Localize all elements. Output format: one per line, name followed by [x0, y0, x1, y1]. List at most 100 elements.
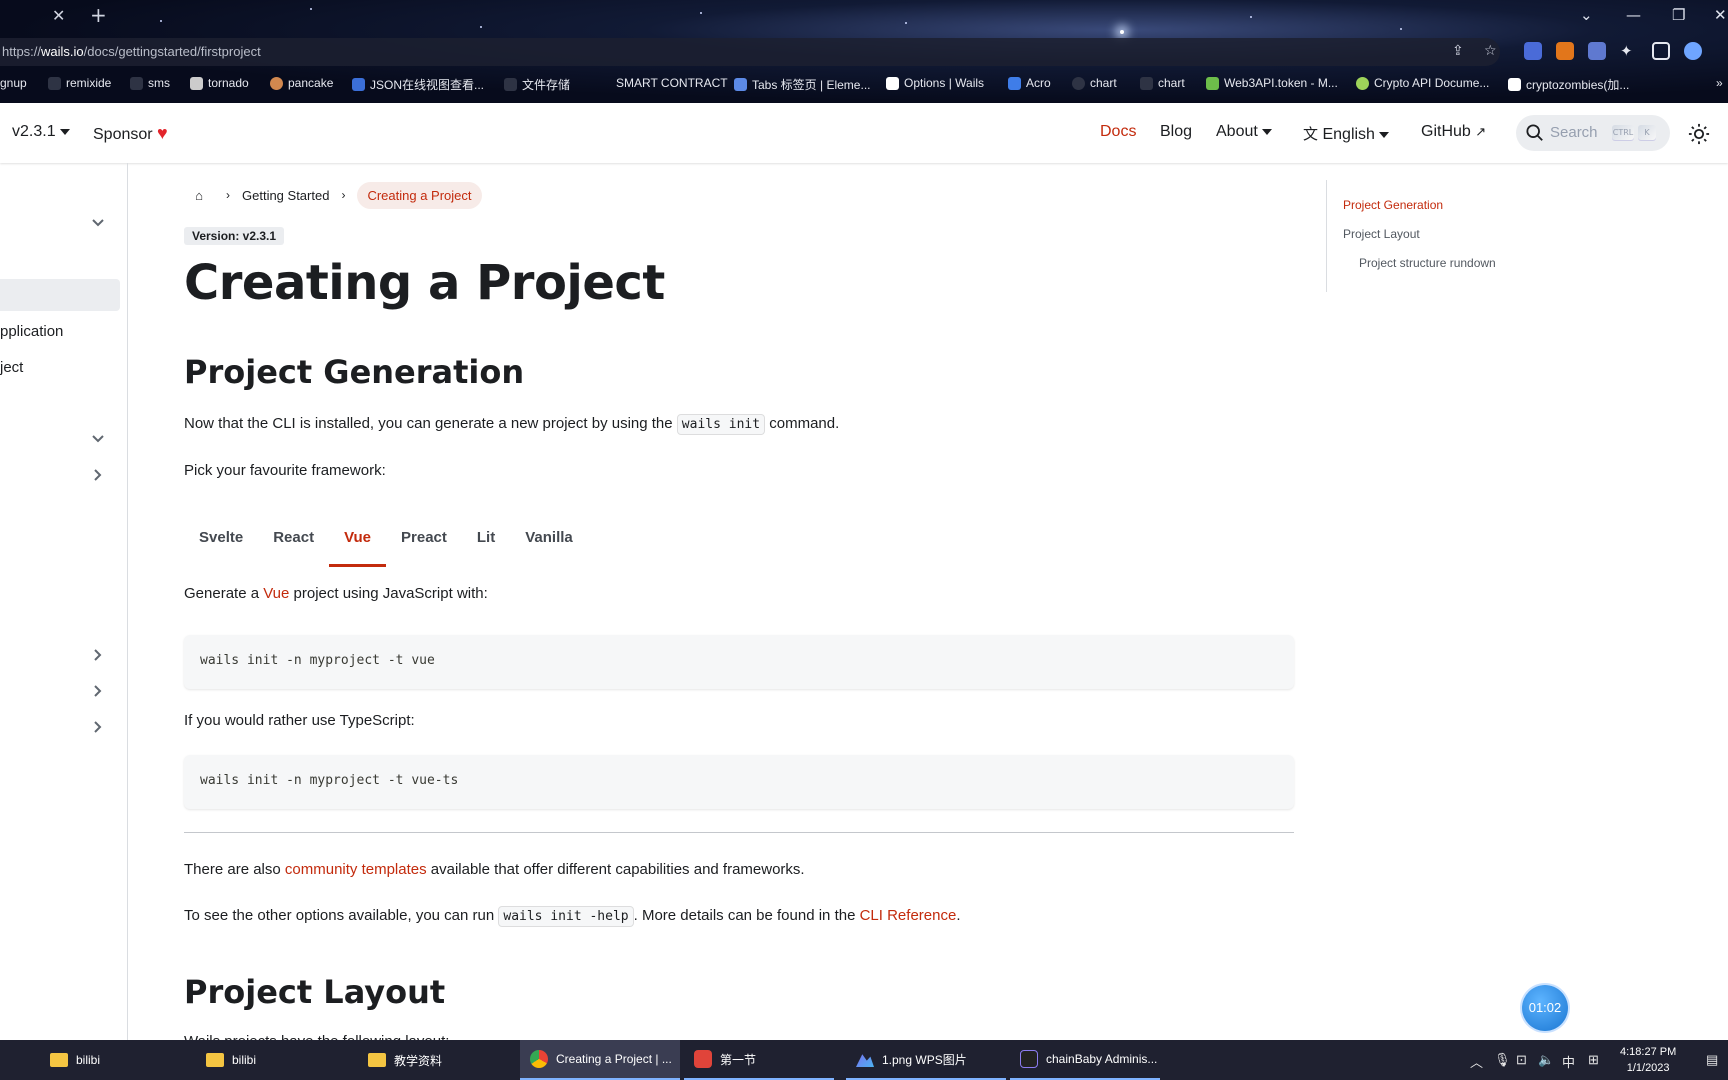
url-host: wails.io — [41, 44, 84, 59]
language-dropdown[interactable]: 文 English — [1303, 123, 1389, 144]
cli-reference-link[interactable]: CLI Reference — [860, 907, 957, 924]
vue-link[interactable]: Vue — [263, 585, 289, 602]
sidebar-item-application[interactable]: pplication — [0, 323, 63, 340]
bookmark-item[interactable]: JSON在线视图查看... — [352, 76, 484, 93]
taskbar-item-ide[interactable]: chainBaby Adminis... — [1010, 1040, 1160, 1080]
bookmark-star-icon[interactable]: ☆ — [1484, 43, 1497, 59]
home-icon[interactable]: ⌂ — [184, 188, 214, 203]
profile-avatar-icon[interactable] — [1684, 42, 1702, 60]
external-link-icon: ↗ — [1475, 124, 1487, 139]
bookmark-item[interactable]: Acro — [1008, 76, 1051, 90]
generate-paragraph: Generate a Vue project using JavaScript … — [184, 583, 488, 605]
bookmark-item[interactable]: Tabs 标签页 | Eleme... — [734, 76, 870, 93]
bookmark-item[interactable]: 文件存储 — [504, 76, 570, 93]
tab-vue[interactable]: Vue — [329, 515, 387, 567]
inline-code: wails init — [676, 414, 766, 435]
community-templates-link[interactable]: community templates — [285, 861, 427, 878]
bookmark-favicon-icon — [734, 78, 747, 91]
bookmark-item[interactable]: chart — [1072, 76, 1117, 90]
clock-date: 1/1/2023 — [1626, 1062, 1670, 1074]
tab-vanilla[interactable]: Vanilla — [510, 515, 588, 567]
share-icon[interactable]: ⇪ — [1452, 43, 1464, 59]
chevron-right-icon[interactable] — [90, 683, 106, 699]
extension-icon[interactable] — [1588, 42, 1606, 60]
bookmark-label: chart — [1090, 76, 1117, 90]
bookmark-label: SMART CONTRACT — [616, 76, 728, 90]
code-block-ts[interactable]: wails init -n myproject -t vue-ts — [184, 755, 1294, 809]
nav-blog[interactable]: Blog — [1160, 123, 1192, 141]
heading-project-layout: Project Layout — [184, 973, 446, 1011]
bookmark-item[interactable]: Web3API.token - M... — [1206, 76, 1338, 90]
sidebar-item-project[interactable]: ject — [0, 359, 23, 376]
chevron-right-icon[interactable] — [90, 647, 106, 663]
chevron-right-icon[interactable] — [90, 719, 106, 735]
bookmark-item[interactable]: pancake — [270, 76, 333, 90]
url-prefix: https:// — [2, 44, 42, 59]
side-panel-icon[interactable] — [1652, 42, 1670, 60]
tab-search-icon[interactable]: ⌄ — [1580, 6, 1593, 24]
microphone-icon[interactable]: 🎙 — [1494, 1052, 1511, 1068]
theme-toggle-sun-icon[interactable] — [1688, 123, 1710, 145]
taskbar-item-wps[interactable]: 1.png WPS图片 — [846, 1040, 1006, 1080]
chevron-right-icon[interactable] — [90, 467, 106, 483]
tab-react[interactable]: React — [258, 515, 329, 567]
bookmark-label: Tabs 标签页 | Eleme... — [752, 78, 871, 92]
toc-project-generation[interactable]: Project Generation — [1343, 198, 1443, 212]
ime-indicator[interactable]: 中 — [1562, 1052, 1575, 1071]
recording-timer[interactable]: 01:02 — [1522, 985, 1568, 1031]
tab-preact[interactable]: Preact — [386, 515, 462, 567]
close-window-icon[interactable]: ✕ — [1714, 6, 1727, 24]
url-text[interactable]: https://wails.io/docs/gettingstarted/fir… — [2, 44, 261, 59]
metamask-icon[interactable] — [1556, 42, 1574, 60]
bookmark-favicon-icon — [504, 78, 517, 91]
nav-about-dropdown[interactable]: About — [1216, 123, 1272, 141]
notifications-icon[interactable]: ▤ — [1706, 1052, 1718, 1068]
intro-paragraph: Now that the CLI is installed, you can g… — [184, 413, 839, 436]
tab-lit[interactable]: Lit — [462, 515, 510, 567]
sidebar-item-active[interactable] — [0, 279, 120, 311]
taskbar-item-app[interactable]: 第一节 — [684, 1040, 834, 1080]
address-bar[interactable]: https://wails.io/docs/gettingstarted/fir… — [0, 38, 1500, 66]
new-tab-icon[interactable]: + — [90, 3, 107, 27]
taskbar-label: 教学资料 — [394, 1053, 443, 1068]
github-link[interactable]: GitHub ↗ — [1421, 123, 1486, 141]
system-clock[interactable]: 4:18:27 PM 1/1/2023 — [1620, 1044, 1676, 1076]
bookmark-label: Acro — [1026, 76, 1051, 90]
bookmark-item[interactable]: cryptozombies(加... — [1508, 76, 1629, 93]
nav-docs[interactable]: Docs — [1100, 123, 1136, 141]
taskbar-item-chrome[interactable]: Creating a Project | ... — [520, 1040, 680, 1080]
minimize-icon[interactable]: — — [1626, 6, 1641, 24]
code-block-js[interactable]: wails init -n myproject -t vue — [184, 635, 1294, 689]
keyboard-layout-icon[interactable]: ⊞ — [1588, 1052, 1599, 1068]
bookmark-item[interactable]: sms — [130, 76, 170, 90]
taskbar-item-folder[interactable]: 教学资料 — [358, 1040, 508, 1080]
sponsor-link[interactable]: Sponsor ♥ — [93, 123, 168, 144]
bookmark-item[interactable]: SMART CONTRACT — [598, 76, 728, 90]
network-icon[interactable]: ⊡ — [1516, 1052, 1527, 1068]
bookmark-item[interactable]: remixide — [48, 76, 111, 90]
breadcrumb-getting-started[interactable]: Getting Started — [242, 188, 329, 203]
toc-project-layout[interactable]: Project Layout — [1343, 227, 1420, 241]
bookmark-item[interactable]: Options | Wails — [886, 76, 984, 90]
search-icon — [1526, 124, 1543, 141]
tray-expand-icon[interactable]: ︿ — [1470, 1052, 1483, 1071]
chevron-down-icon[interactable] — [90, 431, 106, 447]
taskbar-item-folder[interactable]: bilibi — [196, 1040, 346, 1080]
bookmark-item[interactable]: gnup — [0, 76, 27, 90]
bookmarks-overflow-icon[interactable]: » — [1716, 76, 1723, 90]
extension-icon[interactable] — [1524, 42, 1542, 60]
bookmark-item[interactable]: tornado — [190, 76, 249, 90]
chevron-down-icon[interactable] — [90, 215, 106, 231]
sponsor-label: Sponsor — [93, 126, 153, 143]
tab-svelte[interactable]: Svelte — [184, 515, 258, 567]
search-button[interactable]: Search CTRL K — [1516, 115, 1670, 151]
volume-icon[interactable]: 🔈 — [1538, 1052, 1554, 1068]
bookmark-item[interactable]: chart — [1140, 76, 1185, 90]
puzzle-icon[interactable]: ✦ — [1620, 42, 1638, 60]
taskbar-item-folder[interactable]: bilibi — [40, 1040, 190, 1080]
toc-project-structure-rundown[interactable]: Project structure rundown — [1359, 256, 1496, 270]
restore-icon[interactable]: ❐ — [1672, 6, 1685, 24]
version-dropdown[interactable]: v2.3.1 — [12, 123, 70, 141]
bookmark-item[interactable]: Crypto API Docume... — [1356, 76, 1489, 90]
tab-close-icon[interactable]: ✕ — [52, 6, 65, 25]
